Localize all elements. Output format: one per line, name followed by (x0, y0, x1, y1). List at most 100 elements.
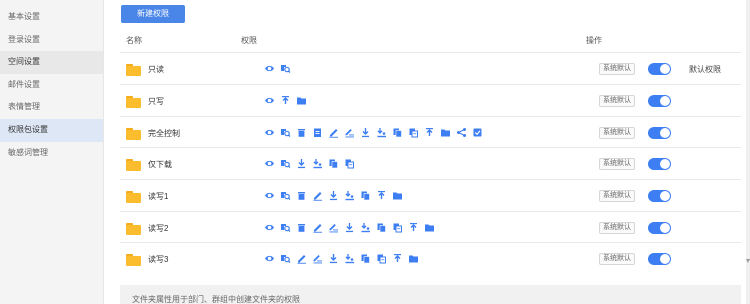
upload-icon (280, 95, 291, 106)
eye-icon (264, 190, 275, 201)
eye-icon (264, 158, 275, 169)
clipboard-icon (312, 127, 323, 138)
new-permission-button[interactable]: 新建权限 (121, 5, 185, 23)
table-row: 仅下载 系统默认 (120, 147, 741, 179)
download-icon (296, 158, 307, 169)
system-default-badge: 系统默认 (599, 127, 635, 139)
edit-icon (328, 127, 339, 138)
scrollbar[interactable] (746, 0, 750, 304)
folder-icon (296, 95, 307, 106)
system-default-badge: 系统默认 (599, 222, 635, 234)
move-icon (392, 222, 403, 233)
download-user-icon (360, 222, 371, 233)
default-permission-label: 默认权限 (689, 65, 721, 74)
permission-icons (264, 95, 307, 107)
column-header-name: 名称 (126, 36, 142, 45)
edit-icon (312, 190, 323, 201)
download-icon (344, 222, 355, 233)
search-icon (280, 253, 291, 264)
row-name: 完全控制 (148, 129, 180, 138)
copy-icon (392, 127, 403, 138)
search-icon (280, 127, 291, 138)
row-name: 读写1 (148, 192, 169, 201)
permission-icons (264, 63, 291, 75)
download-icon (360, 127, 371, 138)
download-user-icon (344, 190, 355, 201)
permission-icons (264, 158, 355, 170)
edit-list-icon (328, 222, 339, 233)
copy-icon (328, 158, 339, 169)
row-name: 只写 (148, 97, 164, 106)
column-header-actions: 操作 (586, 36, 602, 45)
search-icon (280, 63, 291, 74)
row-name: 仅下载 (148, 160, 172, 169)
folder-icon (408, 253, 419, 264)
eye-icon (264, 127, 275, 138)
sidebar-item-login-settings[interactable]: 登录设置 (0, 29, 103, 52)
sidebar-item-emoji-management[interactable]: 表情管理 (0, 96, 103, 119)
enable-toggle[interactable] (648, 95, 671, 107)
permission-icons (264, 190, 403, 202)
row-name: 读写2 (148, 224, 169, 233)
upload-icon (376, 190, 387, 201)
enable-toggle[interactable] (648, 222, 671, 234)
folder-icon (126, 159, 141, 171)
system-default-badge: 系统默认 (599, 253, 635, 265)
folder-icon (392, 190, 403, 201)
sidebar-item-permission-package[interactable]: 权限包设置 (0, 118, 103, 142)
system-default-badge: 系统默认 (599, 95, 635, 107)
main-content: 新建权限 名称 权限 操作 只读 系统默认 默认权限 只写 系统默认 完全控制 系统默认 仅下… (104, 0, 750, 304)
sidebar-item-sensitive-words[interactable]: 敏感词管理 (0, 142, 103, 165)
footer-note: 文件夹属性用于部门、群组中创建文件夹的权限 (132, 295, 300, 304)
delete-icon (296, 222, 307, 233)
eye-icon (264, 222, 275, 233)
checkbox-icon (472, 127, 483, 138)
move-icon (376, 253, 387, 264)
footer-note-panel: 文件夹属性用于部门、群组中创建文件夹的权限 (120, 285, 741, 304)
folder-icon (126, 191, 141, 203)
scroll-down-arrow-icon[interactable] (746, 258, 750, 264)
folder-icon (126, 223, 141, 235)
move-icon (408, 127, 419, 138)
copy-icon (360, 190, 371, 201)
folder-icon (440, 127, 451, 138)
sidebar-item-space-settings[interactable]: 空间设置 (0, 51, 103, 74)
download-user-icon (312, 158, 323, 169)
folder-icon (424, 222, 435, 233)
enable-toggle[interactable] (648, 190, 671, 202)
folder-icon (126, 96, 141, 108)
search-icon (280, 222, 291, 233)
move-icon (344, 158, 355, 169)
system-default-badge: 系统默认 (599, 158, 635, 170)
row-name: 只读 (148, 65, 164, 74)
eye-icon (264, 63, 275, 74)
permission-icons (264, 253, 419, 265)
share-icon (456, 127, 467, 138)
download-user-icon (376, 127, 387, 138)
eye-icon (264, 95, 275, 106)
permission-icons (264, 127, 483, 139)
system-default-badge: 系统默认 (599, 63, 635, 75)
search-icon (280, 158, 291, 169)
folder-icon (126, 254, 141, 266)
enable-toggle[interactable] (648, 63, 671, 75)
table-row: 读写1 系统默认 (120, 179, 741, 211)
delete-icon (296, 190, 307, 201)
sidebar-item-mail-settings[interactable]: 邮件设置 (0, 74, 103, 97)
enable-toggle[interactable] (648, 158, 671, 170)
copy-icon (360, 253, 371, 264)
edit-list-icon (344, 127, 355, 138)
enable-toggle[interactable] (648, 127, 671, 139)
edit-icon (312, 222, 323, 233)
table-row: 读写3 系统默认 (120, 242, 741, 274)
table-row: 只写 系统默认 (120, 84, 741, 116)
column-header-permissions: 权限 (241, 36, 257, 45)
upload-icon (424, 127, 435, 138)
upload-icon (392, 253, 403, 264)
edit-icon (296, 253, 307, 264)
copy-icon (376, 222, 387, 233)
eye-icon (264, 253, 275, 264)
sidebar-item-basic-settings[interactable]: 基本设置 (0, 6, 103, 29)
download-icon (328, 253, 339, 264)
enable-toggle[interactable] (648, 253, 671, 265)
